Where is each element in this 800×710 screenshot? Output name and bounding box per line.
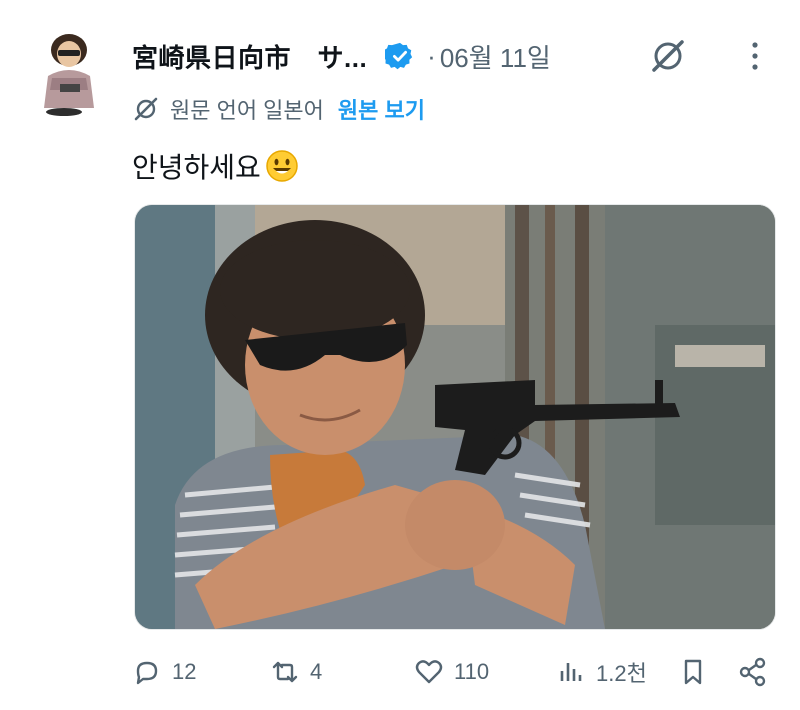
views-button[interactable]: 1.2천 bbox=[556, 650, 647, 694]
photo-woman-with-pistol bbox=[135, 205, 775, 629]
repost-count: 4 bbox=[310, 659, 323, 684]
verified-badge-icon[interactable] bbox=[385, 41, 415, 71]
repost-button[interactable]: 4 bbox=[270, 650, 322, 694]
bookmark-icon bbox=[684, 659, 702, 685]
reply-count: 12 bbox=[172, 659, 197, 684]
smiling-face-emoji-icon bbox=[265, 149, 299, 183]
bookmark-button[interactable] bbox=[678, 650, 718, 694]
views-chart-icon bbox=[560, 663, 582, 681]
reply-button[interactable]: 12 bbox=[132, 650, 196, 694]
share-button[interactable] bbox=[738, 650, 778, 694]
share-icon bbox=[739, 657, 766, 687]
translation-label: 원문 언어 일본어 bbox=[170, 98, 324, 123]
post-text-content: 안녕하세요 bbox=[132, 152, 261, 183]
grok-icon[interactable] bbox=[648, 36, 688, 76]
like-count: 110 bbox=[454, 659, 490, 684]
post-media-image[interactable] bbox=[134, 204, 776, 630]
post-header: 宮崎県日向市 サ... · 06월 11일 bbox=[132, 34, 778, 78]
repost-icon bbox=[272, 661, 298, 683]
author-name[interactable]: 宮崎県日向市 サ... bbox=[132, 38, 367, 75]
post-text: 안녕하세요 bbox=[132, 146, 299, 186]
author-avatar[interactable] bbox=[38, 28, 100, 118]
grok-translate-icon bbox=[132, 95, 160, 123]
heart-icon bbox=[415, 660, 443, 684]
views-count: 1.2천 bbox=[596, 661, 647, 686]
post-action-bar: 12 4 110 1.2천 bbox=[132, 650, 776, 694]
separator-dot: · bbox=[427, 40, 436, 71]
more-dots-icon[interactable] bbox=[750, 40, 760, 72]
reply-icon bbox=[136, 661, 158, 685]
avatar-illustration bbox=[44, 34, 94, 116]
post-date[interactable]: 06월 11일 bbox=[440, 38, 551, 75]
like-button[interactable]: 110 bbox=[414, 650, 489, 694]
show-original-link[interactable]: 원본 보기 bbox=[338, 93, 425, 125]
translation-row: 원문 언어 일본어 원본 보기 bbox=[132, 92, 425, 126]
